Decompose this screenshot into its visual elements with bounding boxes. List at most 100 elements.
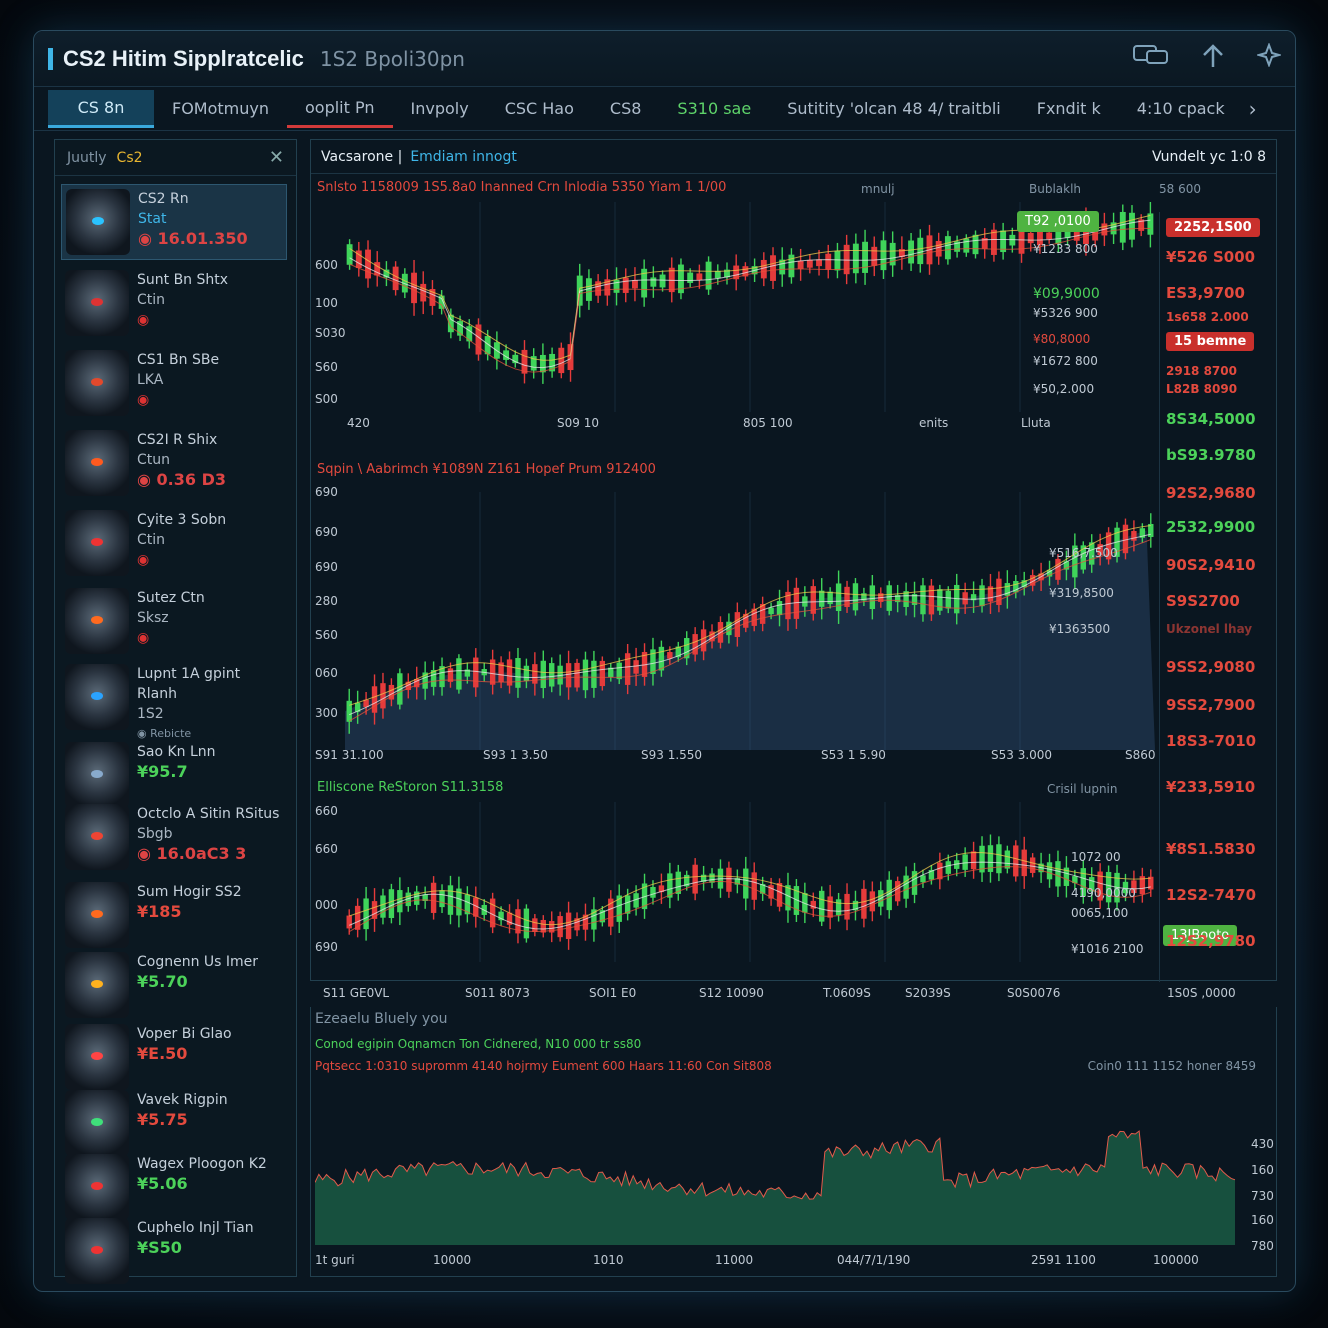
skin-avatar: [65, 1154, 129, 1220]
asset-name: CS2I R Shix: [137, 432, 218, 448]
asset-list-item[interactable]: Vavek Rigpin ¥5.75: [61, 1086, 287, 1160]
candle-body: [523, 908, 530, 939]
y-tick-label: S00: [315, 392, 338, 406]
y-tick-label: 730: [1251, 1189, 1274, 1203]
asset-list-item[interactable]: CS1 Bn SBe LKA ◉: [61, 346, 287, 420]
price-ladder-value: 12S2,9780: [1166, 932, 1256, 950]
tab-2[interactable]: ooplit Pn: [287, 90, 393, 128]
asset-price: ◉ 16.0aC3 3: [137, 844, 247, 863]
tab-5[interactable]: CS8: [592, 90, 660, 128]
candle-body: [380, 683, 386, 709]
x-tick-label: S93 1.550: [641, 748, 703, 762]
candle-body: [816, 259, 822, 267]
candle-body: [380, 895, 386, 918]
candle-body: [633, 660, 639, 674]
y-tick-label: 600: [315, 258, 338, 272]
asset-list-item[interactable]: Cyite 3 Sobn Ctin ◉: [61, 506, 287, 580]
candle-body: [1046, 862, 1053, 880]
price-ladder-value: 2252,1S00: [1166, 218, 1260, 237]
asset-subtitle: Ctin: [137, 292, 166, 308]
asset-price: ¥185: [137, 902, 182, 921]
candle-body: [392, 266, 399, 291]
y-tick-label: 000: [315, 898, 338, 912]
asset-name: Cognenn Us Imer: [137, 954, 259, 970]
asset-list-item[interactable]: CS2I R Shix Ctun ◉ 0.36 D3: [61, 426, 287, 500]
depth-chart[interactable]: [315, 1085, 1255, 1245]
x-tick-label: S860: [1125, 748, 1156, 762]
x-tick-label: 100000: [1153, 1253, 1199, 1267]
tab-8[interactable]: Fxndit k: [1019, 90, 1119, 128]
x-tick-label: S53 1 5.90: [821, 748, 886, 762]
candle-body: [523, 665, 530, 682]
app-subtitle: 1S2 Bpoli30pn: [319, 46, 465, 71]
asset-list-item[interactable]: Sutez Ctn Sksz ◉: [61, 584, 287, 658]
skin-avatar: [65, 1090, 129, 1156]
tab-7[interactable]: Sutitity 'olcan 48 4/ traitbli: [769, 90, 1019, 128]
asset-price: ¥5.06: [137, 1174, 188, 1193]
price-chart-2[interactable]: [345, 492, 1155, 750]
chart-level-label: 1072 00: [1071, 850, 1121, 864]
asset-list-item[interactable]: Cognenn Us Imer ¥5.70: [61, 948, 287, 1022]
asset-list-item[interactable]: Sum Hogir SS2 ¥185: [61, 878, 287, 952]
chart-level-label: ¥5326 900: [1033, 306, 1098, 320]
chart1-price-tag: T92 ,0100: [1017, 211, 1099, 232]
price-ladder: 2252,1S00 ¥526 S000 ES3,9700 1s658 2.000 15 …: [1159, 212, 1271, 982]
candle-body: [658, 646, 665, 671]
candle-body: [996, 844, 1002, 874]
asset-name: Sao Kn Lnn: [137, 744, 216, 760]
candle-body: [894, 881, 901, 902]
share-up-icon[interactable]: [1199, 43, 1227, 74]
sidebar-header: Juutly Cs2 ✕: [55, 140, 296, 176]
asset-list-item[interactable]: CS2 Rn Stat ◉ 16.01.350: [61, 184, 287, 260]
tab-scroll-right-icon[interactable]: ›: [1249, 97, 1257, 121]
tab-bar: CS 8n FOMotmuyn ooplit Pn Invpoly CSC Hao CS8…: [34, 87, 1295, 131]
asset-list-item[interactable]: Cuphelo Injl Tian ¥S50: [61, 1214, 287, 1288]
asset-subtitle: Ctun: [137, 452, 171, 468]
tab-3[interactable]: Invpoly: [393, 90, 487, 128]
price-ladder-value: 2532,9900: [1166, 518, 1256, 536]
asset-list-item[interactable]: Octclo A Sitin RSitus Sbgb ◉ 16.0aC3 3: [61, 800, 287, 874]
x-tick-label: 420: [347, 416, 370, 430]
asset-list-item[interactable]: Wagex Ploogon K2 ¥5.06: [61, 1150, 287, 1224]
price-ladder-value: 9SS2,9080: [1166, 658, 1256, 676]
tab-6[interactable]: S310 sae: [659, 90, 769, 128]
chart-level-label: ¥1016 2100: [1071, 942, 1144, 956]
asset-list-item[interactable]: Lupnt 1A gpint Rlanh 1S2 ◉ Rebicte: [61, 660, 287, 748]
candle-body: [945, 590, 951, 609]
app-title: CS2 Hitim Sipplratcelic: [63, 45, 304, 71]
candle-body: [363, 898, 369, 930]
asset-name: CS1 Bn SBe: [137, 352, 220, 368]
navigate-icon[interactable]: [1255, 42, 1283, 74]
asset-list-item[interactable]: Voper Bi Glao ¥E.50: [61, 1020, 287, 1094]
tab-1[interactable]: FOMotmuyn: [154, 90, 287, 128]
tab-9[interactable]: 4:10 cpack: [1119, 90, 1243, 128]
candle-body: [1013, 845, 1019, 877]
asset-subtitle: Ctin: [137, 532, 166, 548]
candle-body: [834, 250, 841, 271]
chat-icon[interactable]: [1133, 43, 1169, 74]
y-tick-label: 430: [1251, 1137, 1274, 1151]
candle-body: [687, 272, 694, 283]
price-chart-3[interactable]: [345, 802, 1155, 962]
asset-subtitle: LKA: [137, 372, 164, 388]
x-tick-label: 10000: [433, 1253, 472, 1267]
asset-subtitle: 1S2: [137, 706, 164, 722]
chart3-stats: Elliscone ReStoron S11.3158: [317, 780, 503, 795]
candle-body: [945, 861, 951, 874]
status-dot-icon: ◉: [137, 312, 150, 328]
close-icon[interactable]: ✕: [269, 147, 284, 168]
tab-0[interactable]: CS 8n: [48, 89, 154, 128]
asset-name: Cuphelo Injl Tian: [137, 1220, 254, 1236]
asset-name: Sunt Bn Shtx: [137, 272, 229, 288]
skin-avatar: [65, 430, 129, 496]
asset-price: ¥S50: [137, 1238, 182, 1257]
asset-info: CS2 Rn Stat ◉ 16.01.350: [138, 189, 248, 249]
asset-name: Wagex Ploogon K2: [137, 1156, 267, 1172]
chart-level-label: ¥50,2.000: [1033, 382, 1095, 396]
chart-level-label: ¥09,9000: [1033, 286, 1100, 302]
candle-body: [920, 875, 926, 883]
tab-4[interactable]: CSC Hao: [487, 90, 592, 128]
chart1-stats: Snlsto 1158009 1S5.8a0 Inanned Crn Inlod…: [317, 180, 726, 195]
asset-list-item[interactable]: Sunt Bn Shtx Ctin ◉: [61, 266, 287, 340]
candle-body: [917, 237, 924, 265]
